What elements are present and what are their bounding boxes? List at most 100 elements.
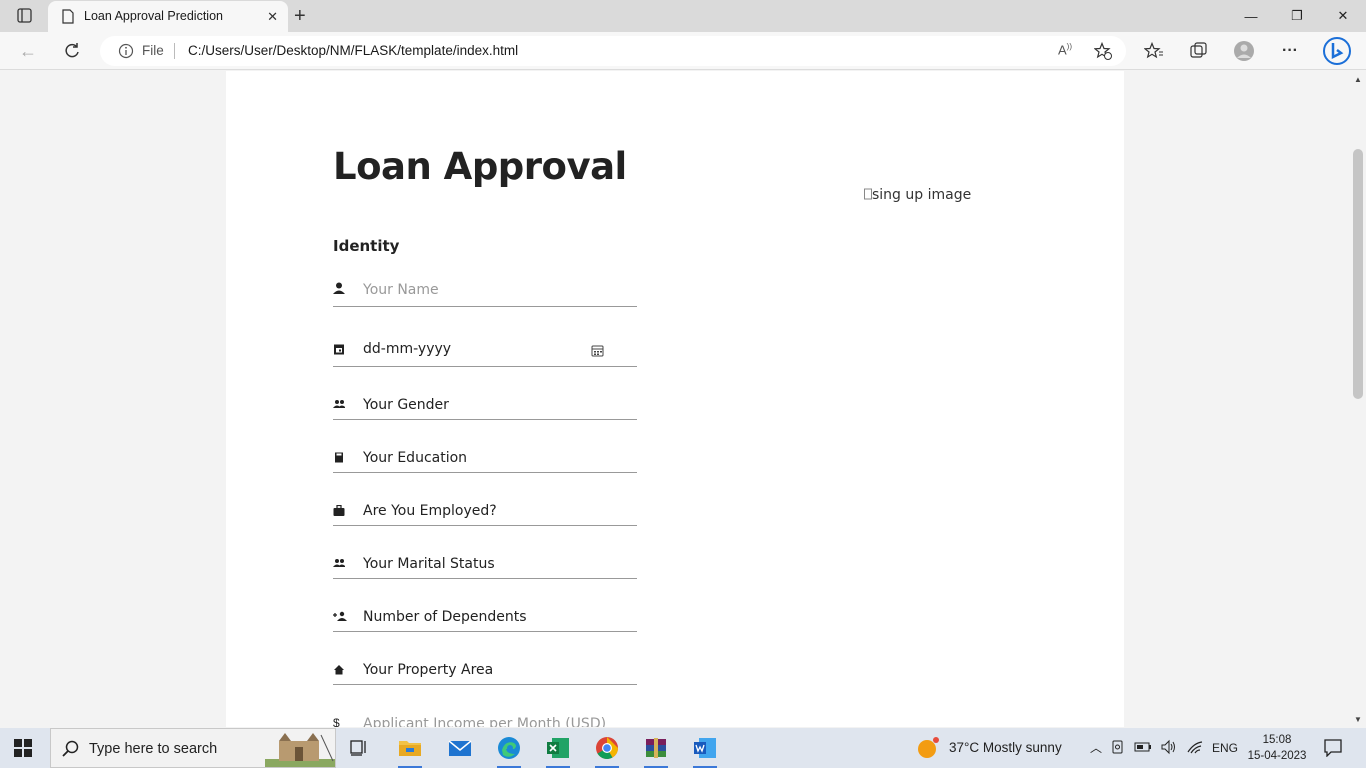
- dependents-select[interactable]: Number of Dependents: [363, 609, 527, 625]
- search-placeholder: Type here to search: [89, 741, 218, 757]
- bing-icon: [1323, 37, 1351, 65]
- back-button[interactable]: ←: [16, 40, 40, 62]
- tab-actions-icon: [17, 8, 32, 23]
- clock-time: 15:08: [1262, 734, 1292, 746]
- edge-app[interactable]: [489, 732, 529, 768]
- collections-button[interactable]: [1187, 40, 1211, 62]
- window-controls: — ❐ ✕: [1228, 0, 1366, 32]
- winrar-app[interactable]: [636, 732, 676, 768]
- excel-icon: [547, 738, 569, 758]
- clock[interactable]: 15:08 15-04-2023: [1246, 732, 1308, 764]
- chrome-icon: [596, 737, 618, 759]
- dollar-icon: $: [333, 716, 340, 727]
- input-language[interactable]: ENG: [1212, 741, 1238, 755]
- date-picker-icon[interactable]: [591, 344, 604, 357]
- more-menu-button[interactable]: ···: [1278, 40, 1302, 62]
- notifications-icon[interactable]: [1324, 739, 1342, 757]
- scroll-up-icon[interactable]: ▲: [1354, 75, 1362, 84]
- battery-icon[interactable]: [1134, 739, 1152, 755]
- weather-text[interactable]: 37°C Mostly sunny: [949, 740, 1062, 755]
- marital-status-field[interactable]: Your Marital Status: [333, 548, 637, 579]
- restore-button[interactable]: ❐: [1274, 0, 1320, 32]
- clock-date: 15-04-2023: [1247, 750, 1307, 762]
- mail-app[interactable]: [440, 732, 480, 764]
- employment-field[interactable]: Are You Employed?: [333, 495, 637, 526]
- task-view-icon: [350, 740, 366, 756]
- winrar-icon: [646, 738, 666, 758]
- new-tab-button[interactable]: +: [294, 5, 306, 28]
- vertical-scrollbar[interactable]: ▲ ▼: [1350, 71, 1366, 727]
- url-text[interactable]: C:/Users/User/Desktop/NM/FLASK/template/…: [188, 43, 518, 58]
- wifi-icon[interactable]: [1186, 739, 1204, 755]
- tab-title: Loan Approval Prediction: [84, 9, 223, 23]
- education-field[interactable]: Your Education: [333, 442, 637, 473]
- mail-icon: [448, 740, 472, 756]
- show-hidden-icons-icon[interactable]: ︿: [1090, 739, 1102, 756]
- chrome-app[interactable]: [587, 732, 627, 768]
- education-select[interactable]: Your Education: [363, 450, 467, 466]
- minimize-button[interactable]: —: [1228, 0, 1274, 32]
- signup-image: sing up image: [864, 187, 971, 203]
- favorites-icon: [1144, 42, 1163, 59]
- briefcase-icon: [333, 505, 345, 516]
- employment-select[interactable]: Are You Employed?: [363, 503, 497, 519]
- task-view-button[interactable]: [340, 732, 380, 764]
- taskbar-search[interactable]: Type here to search: [50, 728, 336, 768]
- property-area-field[interactable]: Your Property Area: [333, 654, 637, 685]
- book-icon: [335, 452, 343, 463]
- info-icon[interactable]: [118, 43, 134, 59]
- income-field[interactable]: $ Applicant Income per Month (USD): [333, 707, 637, 727]
- address-bar[interactable]: File C:/Users/User/Desktop/NM/FLASK/temp…: [100, 36, 1126, 66]
- windows-start-icon[interactable]: [14, 739, 32, 757]
- search-highlight-icon: [265, 733, 335, 767]
- group-add-icon: [333, 611, 347, 621]
- profile-button[interactable]: [1232, 40, 1256, 62]
- refresh-icon: [65, 43, 79, 58]
- form-card: Loan Approval Identity Your Name dd-mm-y…: [226, 71, 1124, 727]
- volume-icon[interactable]: [1160, 739, 1178, 755]
- person-icon: [333, 282, 345, 294]
- property-area-select[interactable]: Your Property Area: [363, 662, 493, 678]
- marital-status-select[interactable]: Your Marital Status: [363, 556, 495, 572]
- folder-icon: [399, 741, 421, 756]
- address-separator: [174, 43, 175, 59]
- tab-strip: Loan Approval Prediction ✕ + — ❐ ✕: [0, 0, 1366, 32]
- home-icon: [334, 665, 344, 675]
- collections-icon: [1190, 42, 1207, 58]
- calendar-icon: [334, 344, 344, 355]
- file-label: File: [142, 43, 164, 58]
- bing-chat-button[interactable]: [1322, 36, 1352, 66]
- add-favorite-icon[interactable]: [1094, 42, 1112, 60]
- browser-tab[interactable]: Loan Approval Prediction ✕: [48, 1, 288, 32]
- refresh-button[interactable]: [60, 40, 84, 62]
- taskbar: Type here to search 37°C Mostly sunny ︿: [0, 728, 1366, 768]
- income-input[interactable]: Applicant Income per Month (USD): [363, 716, 606, 727]
- tab-actions-button[interactable]: [8, 6, 40, 26]
- file-explorer-app[interactable]: [390, 732, 430, 768]
- navigation-bar: ← File C:/Users/User/Desktop/NM/FLASK/te…: [0, 32, 1366, 70]
- scroll-down-icon[interactable]: ▼: [1354, 715, 1362, 724]
- gender-select[interactable]: Your Gender: [363, 397, 449, 413]
- dependents-field[interactable]: Number of Dependents: [333, 601, 637, 632]
- section-heading: Identity: [333, 237, 400, 255]
- profile-avatar-icon: [1234, 41, 1254, 61]
- people-icon: [333, 400, 345, 408]
- system-tray: ︿: [1090, 739, 1204, 756]
- favorites-button[interactable]: [1142, 40, 1166, 62]
- read-aloud-icon[interactable]: A)): [1058, 42, 1072, 57]
- date-of-birth-field[interactable]: dd-mm-yyyy: [333, 333, 637, 367]
- close-window-button[interactable]: ✕: [1320, 0, 1366, 32]
- word-app[interactable]: [685, 732, 725, 768]
- web-page: Loan Approval Identity Your Name dd-mm-y…: [0, 71, 1350, 727]
- date-input[interactable]: dd-mm-yyyy: [363, 341, 451, 357]
- meet-now-icon[interactable]: [1110, 739, 1126, 755]
- document-icon: [62, 9, 74, 24]
- gender-field[interactable]: Your Gender: [333, 389, 637, 420]
- excel-app[interactable]: [538, 732, 578, 768]
- name-field[interactable]: Your Name: [333, 276, 637, 307]
- scrollbar-thumb[interactable]: [1353, 149, 1363, 399]
- name-input[interactable]: Your Name: [363, 282, 439, 298]
- people-icon: [333, 559, 345, 567]
- close-tab-icon[interactable]: ✕: [267, 9, 278, 25]
- weather-sunny-icon[interactable]: [916, 736, 942, 760]
